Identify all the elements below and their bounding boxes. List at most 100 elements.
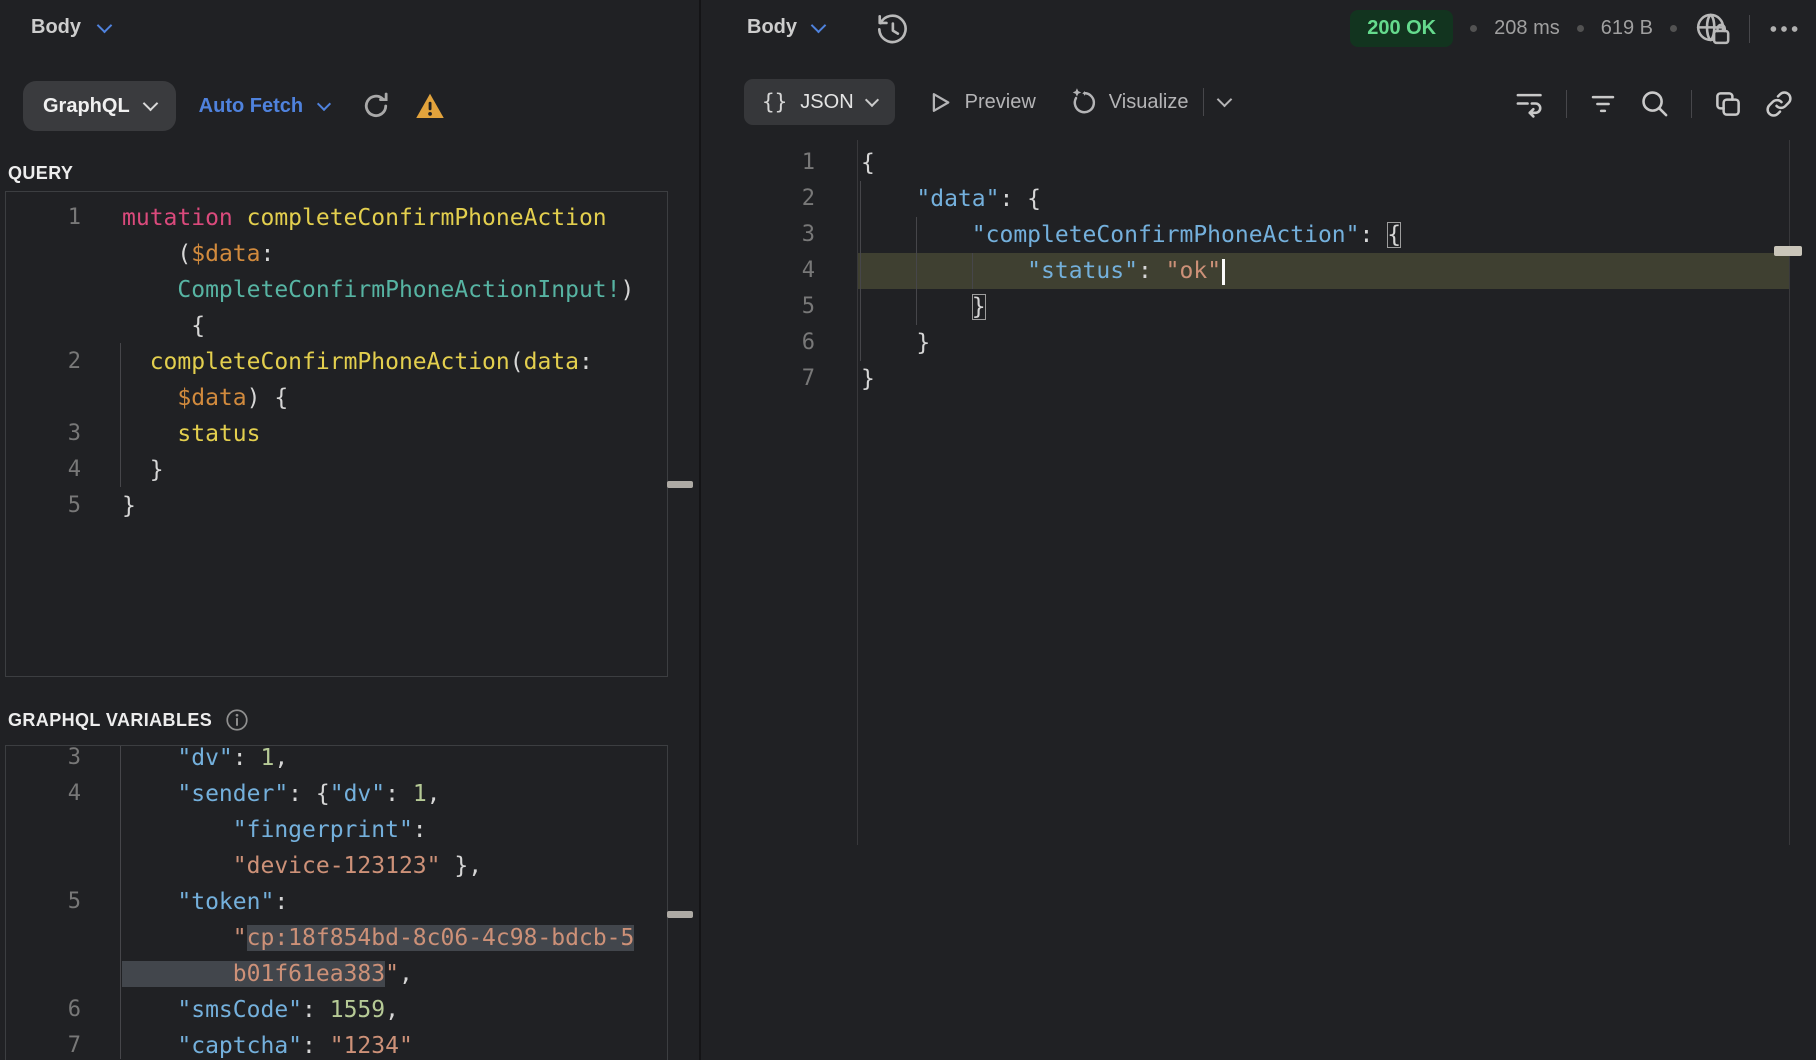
response-format-dropdown[interactable]: {} JSON (744, 79, 895, 125)
code-token: mutation (122, 205, 247, 231)
search-response-button[interactable] (1639, 88, 1670, 119)
code-token: $data (191, 241, 260, 267)
line-number: 2 (6, 344, 81, 380)
copy-response-button[interactable] (1713, 89, 1743, 119)
globe-lock-icon (1694, 11, 1732, 47)
code-token (122, 961, 233, 987)
visualize-chevron-down-icon[interactable] (1217, 92, 1233, 108)
request-pane: Body Cookies GraphQL Auto Fetch QUE (0, 0, 699, 1060)
chevron-down-icon (811, 17, 827, 33)
code-token: } (972, 294, 986, 320)
code-text: "sender": {"dv": 1, (81, 776, 441, 812)
graphql-variables-editor[interactable]: 3 "dv": 1,4 "sender": {"dv": 1, "fingerp… (5, 745, 668, 1060)
code-token: }, (441, 853, 483, 879)
variables-help-button[interactable] (224, 707, 250, 733)
code-token: completeConfirmPhoneAction (247, 205, 607, 231)
graphql-body-type-label: GraphQL (43, 95, 130, 118)
refetch-button[interactable] (360, 90, 392, 122)
line-number (6, 920, 81, 956)
code-text: { (81, 308, 205, 344)
divider (1566, 90, 1567, 118)
code-token (861, 258, 1027, 284)
auto-fetch-dropdown[interactable]: Auto Fetch (199, 95, 329, 118)
code-text: "completeConfirmPhoneAction": { (815, 217, 1401, 253)
line-number: 1 (6, 200, 81, 236)
code-token: : { (999, 186, 1041, 212)
response-body-editor[interactable]: 1{2 "data": {3 "completeConfirmPhoneActi… (701, 145, 1789, 397)
code-token: 1 (413, 781, 427, 807)
code-line: 4 "sender": {"dv": 1, (6, 776, 667, 812)
code-text: } (815, 361, 875, 397)
code-token: , (399, 961, 413, 987)
code-text: "dv": 1, (81, 745, 288, 776)
code-token: $data (177, 385, 246, 411)
line-number: 4 (6, 452, 81, 488)
search-icon (1639, 88, 1670, 119)
code-line: 5 "token": (6, 884, 667, 920)
status-badge: 200 OK (1350, 10, 1453, 47)
more-options-icon (1767, 18, 1801, 40)
line-number: 7 (6, 1028, 81, 1060)
code-token: : (385, 781, 413, 807)
info-icon (224, 707, 250, 733)
code-token: "captcha" (177, 1033, 302, 1059)
permalink-button[interactable] (1764, 89, 1794, 119)
filter-response-button[interactable] (1588, 89, 1618, 119)
wrap-lines-button[interactable] (1514, 88, 1545, 119)
variables-pane-resize-handle[interactable] (667, 911, 693, 918)
schema-warning-button[interactable] (415, 92, 445, 120)
code-line: 4 "status": "ok" (701, 253, 1789, 289)
code-text: status (81, 416, 260, 452)
code-line: 2 completeConfirmPhoneAction(data: (6, 344, 667, 380)
code-token: : (413, 817, 427, 843)
code-token: : (1360, 222, 1388, 248)
chevron-down-icon (317, 96, 331, 110)
code-token (861, 186, 916, 212)
visualize-label: Visualize (1109, 91, 1189, 114)
code-token: 1 (260, 745, 274, 771)
scrollbar-thumb[interactable] (1774, 246, 1802, 256)
refresh-icon (360, 90, 392, 122)
code-line: 3 "dv": 1, (6, 745, 667, 776)
link-icon (1764, 89, 1794, 119)
code-token: 1559 (330, 997, 385, 1023)
code-token: "completeConfirmPhoneAction" (972, 222, 1360, 248)
response-more-menu-button[interactable] (1767, 18, 1801, 40)
code-token: : (579, 349, 593, 375)
line-number: 5 (6, 884, 81, 920)
indent-guide (120, 343, 121, 487)
code-line: 6 "smsCode": 1559, (6, 992, 667, 1028)
code-line: { (6, 308, 667, 344)
code-token: : (261, 241, 275, 267)
graphql-body-type-dropdown[interactable]: GraphQL (23, 81, 176, 131)
response-body-dropdown[interactable]: Body (747, 16, 824, 39)
code-line: 4 } (6, 452, 667, 488)
visualize-button[interactable]: Visualize (1067, 87, 1189, 117)
code-token: data (524, 349, 579, 375)
response-history-button[interactable] (873, 11, 911, 49)
graphql-query-editor[interactable]: 1 mutation completeConfirmPhoneAction ($d… (5, 191, 668, 677)
indent-guide (972, 253, 973, 289)
code-text: ($data: (81, 236, 274, 272)
code-token (122, 853, 233, 879)
code-token: } (861, 330, 930, 356)
line-number (6, 236, 81, 272)
code-token: : (233, 745, 261, 771)
line-number: 7 (701, 361, 815, 397)
code-token: "dv" (177, 745, 232, 771)
code-token: status (177, 421, 260, 447)
indent-guide (120, 746, 121, 1059)
code-token: { (122, 313, 205, 339)
code-token: "1234" (330, 1033, 413, 1059)
code-text: { (815, 145, 875, 181)
code-line: CompleteConfirmPhoneActionInput!) (6, 272, 667, 308)
query-pane-resize-handle[interactable] (667, 481, 693, 488)
connection-security-button[interactable] (1694, 11, 1732, 47)
code-line: "fingerprint": (6, 812, 667, 848)
code-token: } (122, 493, 136, 519)
code-text: } (815, 289, 986, 325)
filter-icon (1588, 89, 1618, 119)
line-number (6, 272, 81, 308)
request-body-dropdown[interactable]: Body (31, 16, 110, 39)
preview-button[interactable]: Preview (926, 89, 1036, 116)
